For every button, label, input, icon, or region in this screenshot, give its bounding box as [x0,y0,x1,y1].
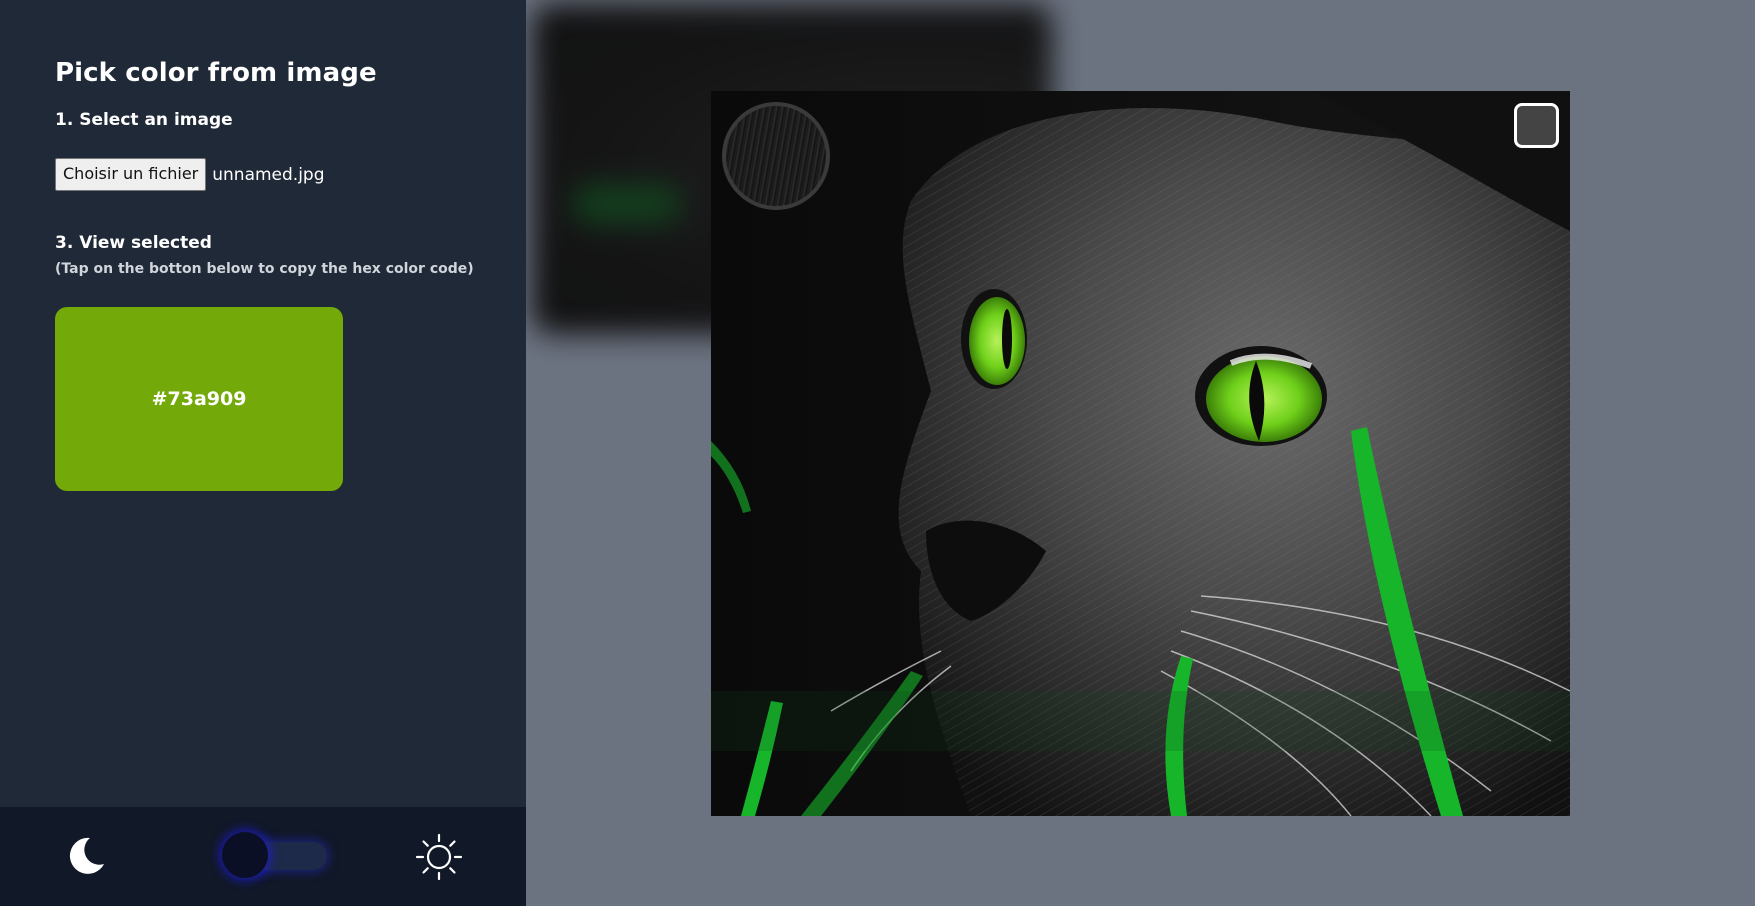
copy-hint: (Tap on the botton below to copy the hex… [55,261,474,277]
hover-color-indicator [1514,103,1559,148]
sidebar: Pick color from image 1. Select an image… [0,0,526,906]
step-view-selected-label: 3. View selected [55,233,212,253]
selected-color-hex: #73a909 [151,388,247,410]
page-title: Pick color from image [55,58,377,88]
magnifier-loupe [722,102,830,210]
theme-toggle[interactable] [222,832,327,878]
file-input[interactable]: Choisir un fichier unnamed.jpg [55,158,526,191]
moon-icon[interactable] [64,834,108,878]
theme-switcher-bar [0,807,526,906]
choose-file-button[interactable]: Choisir un fichier [55,158,207,191]
cat-photo[interactable] [711,91,1570,816]
app: Pick color from image 1. Select an image… [0,0,1755,906]
sun-icon[interactable] [415,833,463,881]
selected-file-name: unnamed.jpg [212,164,325,185]
step-select-image-label: 1. Select an image [55,110,233,130]
main-area [526,0,1755,906]
sidebar-content: Pick color from image 1. Select an image… [0,0,526,491]
cat-illustration [711,91,1570,816]
selected-color-swatch[interactable]: #73a909 [55,307,343,491]
theme-toggle-knob [222,832,268,878]
